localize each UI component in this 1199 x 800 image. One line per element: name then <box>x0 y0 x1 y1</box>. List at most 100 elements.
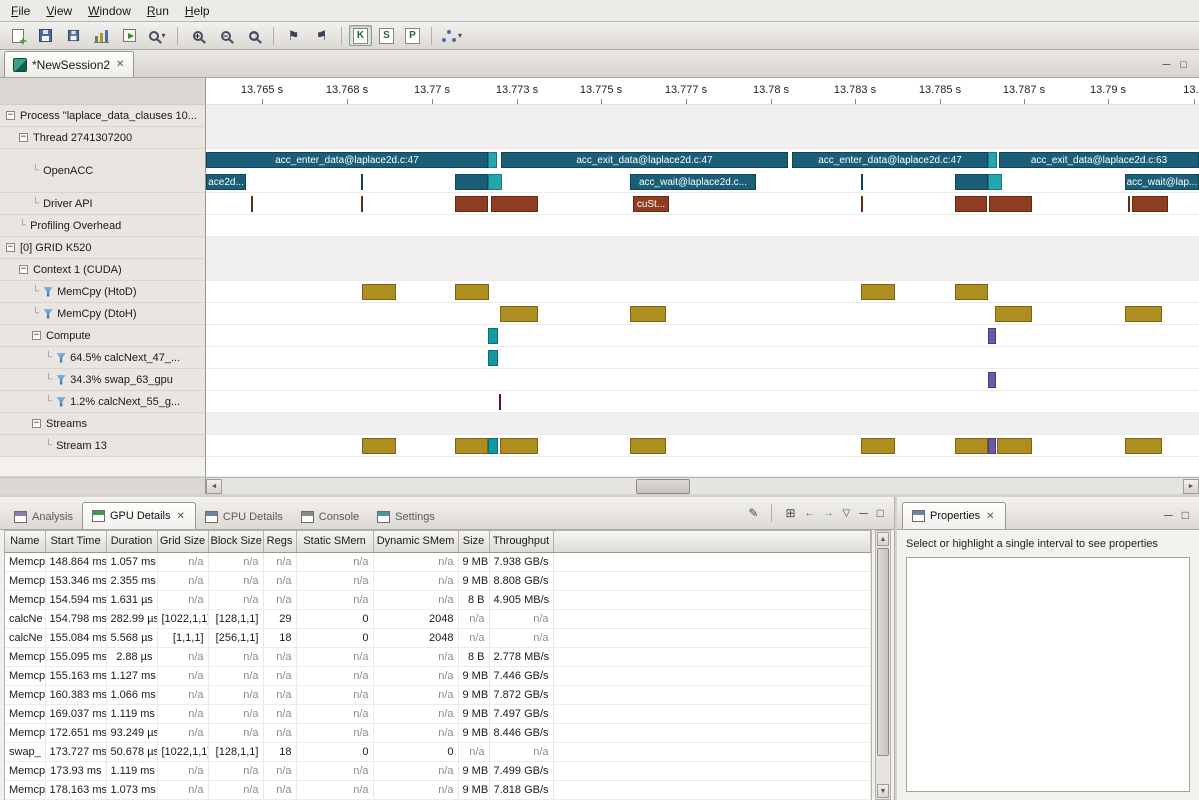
tab-cpu-details[interactable]: CPU Details <box>196 504 292 529</box>
interval-bar[interactable] <box>455 284 489 300</box>
interval-bar[interactable] <box>1132 196 1168 212</box>
interval-bar[interactable] <box>988 152 997 168</box>
tree-item-compute[interactable]: −Compute <box>0 325 206 347</box>
tab-console[interactable]: Console <box>292 504 368 529</box>
interval-bar[interactable] <box>955 284 988 300</box>
menu-window[interactable]: Window <box>80 2 139 20</box>
close-icon[interactable]: ✕ <box>985 511 995 522</box>
interval-bar[interactable] <box>988 174 1002 190</box>
column-header-block-size[interactable]: Block Size <box>208 531 263 552</box>
interval-bar[interactable]: acc_wait@laplace2d.c... <box>630 174 756 190</box>
interval-bar[interactable] <box>989 196 1032 212</box>
interval-bar[interactable] <box>491 196 538 212</box>
column-header-name[interactable]: Name <box>5 531 45 552</box>
interval-bar[interactable]: acc_exit_data@laplace2d.c:47 <box>501 152 788 168</box>
zoom-out-button[interactable]: − <box>213 24 238 47</box>
interval-bar[interactable] <box>861 196 863 212</box>
interval-bar[interactable] <box>361 174 363 190</box>
next-match-icon[interactable]: → <box>824 508 834 519</box>
interval-bar[interactable] <box>1128 196 1130 212</box>
marker-next-button[interactable]: ⚑ <box>309 24 334 47</box>
tab-properties[interactable]: Properties ✕ <box>902 502 1006 529</box>
grid-icon[interactable]: ⊞ <box>785 506 795 520</box>
collapse-icon[interactable]: − <box>32 419 41 428</box>
tree-item--0-grid-k520[interactable]: −[0] GRID K520 <box>0 237 206 259</box>
new-session-button[interactable] <box>5 24 30 47</box>
table-row[interactable]: swap_173.727 ms50.678 µs[1022,1,1][128,1… <box>5 742 871 761</box>
maximize-icon[interactable]: □ <box>1180 59 1187 71</box>
scroll-up-button[interactable]: ▲ <box>877 532 889 546</box>
table-row[interactable]: Memcp160.383 ms1.066 msn/an/an/an/an/a9 … <box>5 685 871 704</box>
collapse-icon[interactable]: − <box>6 111 15 120</box>
interval-bar[interactable] <box>455 174 488 190</box>
interval-bar[interactable] <box>997 438 1032 454</box>
minimize-icon[interactable]: ─ <box>859 506 868 520</box>
prev-match-icon[interactable]: ← <box>805 508 815 519</box>
horizontal-scrollbar[interactable]: ◄ ► <box>206 477 1199 494</box>
interval-bar[interactable] <box>362 438 396 454</box>
tree-item-memcpy-dtoh-[interactable]: └MemCpy (DtoH) <box>0 303 206 325</box>
interval-bar[interactable] <box>861 174 863 190</box>
tree-item-64-5-calcnext-47-[interactable]: └64.5% calcNext_47_... <box>0 347 206 369</box>
column-header-static-smem[interactable]: Static SMem <box>296 531 373 552</box>
stream-timeline-toggle[interactable]: S <box>375 25 398 46</box>
dropdown-icon[interactable]: ▾ <box>458 31 462 40</box>
interval-bar[interactable] <box>361 196 363 212</box>
tree-item-context-1-cuda-[interactable]: −Context 1 (CUDA) <box>0 259 206 281</box>
marker-previous-button[interactable]: ⚑ <box>281 24 306 47</box>
vertical-scrollbar[interactable]: ▲ ▼ <box>875 530 891 800</box>
interval-bar[interactable] <box>455 438 488 454</box>
kernel-timeline-toggle[interactable]: K <box>349 25 372 46</box>
interval-bar[interactable] <box>955 438 988 454</box>
interval-bar[interactable] <box>630 306 666 322</box>
interval-bar[interactable]: acc_enter_data@laplace2d.c:47 <box>792 152 988 168</box>
interval-bar[interactable] <box>362 284 396 300</box>
tab-analysis[interactable]: Analysis <box>5 504 82 529</box>
pencil-icon[interactable]: ✎ <box>748 506 758 520</box>
menu-run[interactable]: Run <box>139 2 177 20</box>
table-row[interactable]: Memcp154.594 ms1.631 µsn/an/an/an/an/a8 … <box>5 590 871 609</box>
process-timeline-toggle[interactable]: P <box>401 25 424 46</box>
tree-item-memcpy-htod-[interactable]: └MemCpy (HtoD) <box>0 281 206 303</box>
zoom-fit-button[interactable]: □ <box>241 24 266 47</box>
minimize-icon[interactable]: ─ <box>1163 59 1171 71</box>
column-header-dynamic-smem[interactable]: Dynamic SMem <box>373 531 458 552</box>
view-menu-icon[interactable]: ▽ <box>843 508 851 519</box>
maximize-icon[interactable]: □ <box>1182 508 1189 522</box>
close-icon[interactable]: ✕ <box>176 511 186 522</box>
menu-file[interactable]: File <box>3 2 38 20</box>
table-row[interactable]: Memcp148.864 ms1.057 msn/an/an/an/an/a9 … <box>5 552 871 571</box>
collapse-icon[interactable]: − <box>6 243 15 252</box>
interval-bar[interactable] <box>488 350 498 366</box>
minimize-icon[interactable]: ─ <box>1164 508 1173 522</box>
tree-item-driver-api[interactable]: └Driver API <box>0 193 206 215</box>
table-row[interactable]: calcNe155.084 ms5.568 µs[1,1,1][256,1,1]… <box>5 628 871 647</box>
column-header-duration[interactable]: Duration <box>106 531 157 552</box>
column-header-throughput[interactable]: Throughput <box>489 531 553 552</box>
scroll-down-button[interactable]: ▼ <box>877 784 889 798</box>
profile-button[interactable] <box>89 24 114 47</box>
interval-bar[interactable]: acc_enter_data@laplace2d.c:47 <box>206 152 488 168</box>
interval-bar[interactable] <box>988 328 996 344</box>
table-row[interactable]: Memcp178.163 ms1.073 msn/an/an/an/an/a9 … <box>5 780 871 799</box>
interval-bar[interactable] <box>251 196 253 212</box>
table-row[interactable]: Memcp155.095 ms2.88 µsn/an/an/an/an/a8 B… <box>5 647 871 666</box>
zoom-in-button[interactable]: + <box>185 24 210 47</box>
table-row[interactable]: Memcp173.93 ms1.119 msn/an/an/an/an/a9 M… <box>5 761 871 780</box>
interval-bar[interactable] <box>861 284 895 300</box>
scroll-left-button[interactable]: ◄ <box>206 479 222 494</box>
table-row[interactable]: Memcp172.651 ms93.249 µsn/an/an/an/an/a9… <box>5 723 871 742</box>
interval-bar[interactable] <box>455 196 488 212</box>
interval-bar[interactable] <box>499 394 501 410</box>
interval-bar[interactable] <box>1125 438 1162 454</box>
save-all-button[interactable] <box>61 24 86 47</box>
scroll-right-button[interactable]: ► <box>1183 479 1199 494</box>
interval-bar[interactable]: acc_wait@lap... <box>1125 174 1199 190</box>
interval-bar[interactable] <box>500 438 538 454</box>
menu-help[interactable]: Help <box>177 2 218 20</box>
tree-item-openacc[interactable]: └OpenACC <box>0 149 206 193</box>
scrollbar-thumb[interactable] <box>636 479 690 494</box>
tree-item-34-3-swap-63-gpu[interactable]: └34.3% swap_63_gpu <box>0 369 206 391</box>
interval-bar[interactable] <box>861 438 895 454</box>
tab-gpu-details[interactable]: GPU Details✕ <box>82 502 196 529</box>
